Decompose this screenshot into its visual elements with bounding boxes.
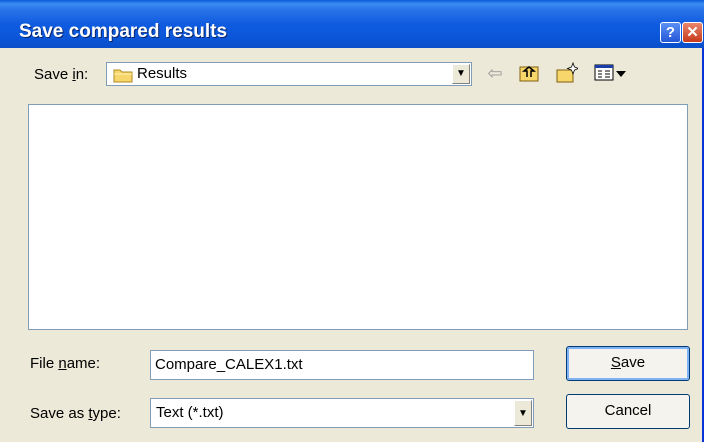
title-bar[interactable]: Save compared results ? ✕	[0, 0, 704, 48]
current-folder: Results	[137, 65, 188, 82]
chevron-down-icon[interactable]: ▼	[452, 64, 470, 84]
chevron-down-icon[interactable]: ▼	[514, 400, 532, 426]
save-in-label: Save in:	[34, 66, 89, 83]
close-button[interactable]: ✕	[682, 22, 703, 43]
new-folder-icon[interactable]	[556, 62, 578, 84]
save-dialog: Save compared results ? ✕ Save in: Resul…	[0, 0, 704, 442]
dialog-title: Save compared results	[19, 21, 228, 42]
save-as-type-dropdown[interactable]: Text (*.txt) ▼	[150, 398, 534, 428]
up-one-level-icon[interactable]	[518, 62, 540, 84]
file-list[interactable]	[28, 104, 688, 330]
file-name-input[interactable]: Compare_CALEX1.txt	[150, 350, 534, 380]
save-as-type-label: Save as type:	[30, 405, 121, 422]
help-button[interactable]: ?	[660, 22, 681, 43]
view-menu-icon[interactable]	[594, 62, 628, 84]
save-as-type-value: Text (*.txt)	[156, 404, 224, 421]
back-arrow-icon[interactable]: ⇦	[484, 62, 506, 84]
folder-icon	[113, 69, 133, 83]
save-button[interactable]: Save	[566, 346, 690, 381]
save-in-dropdown[interactable]: Results ▼	[106, 62, 472, 86]
file-name-label: File name:	[30, 355, 101, 372]
cancel-button[interactable]: Cancel	[566, 394, 690, 429]
